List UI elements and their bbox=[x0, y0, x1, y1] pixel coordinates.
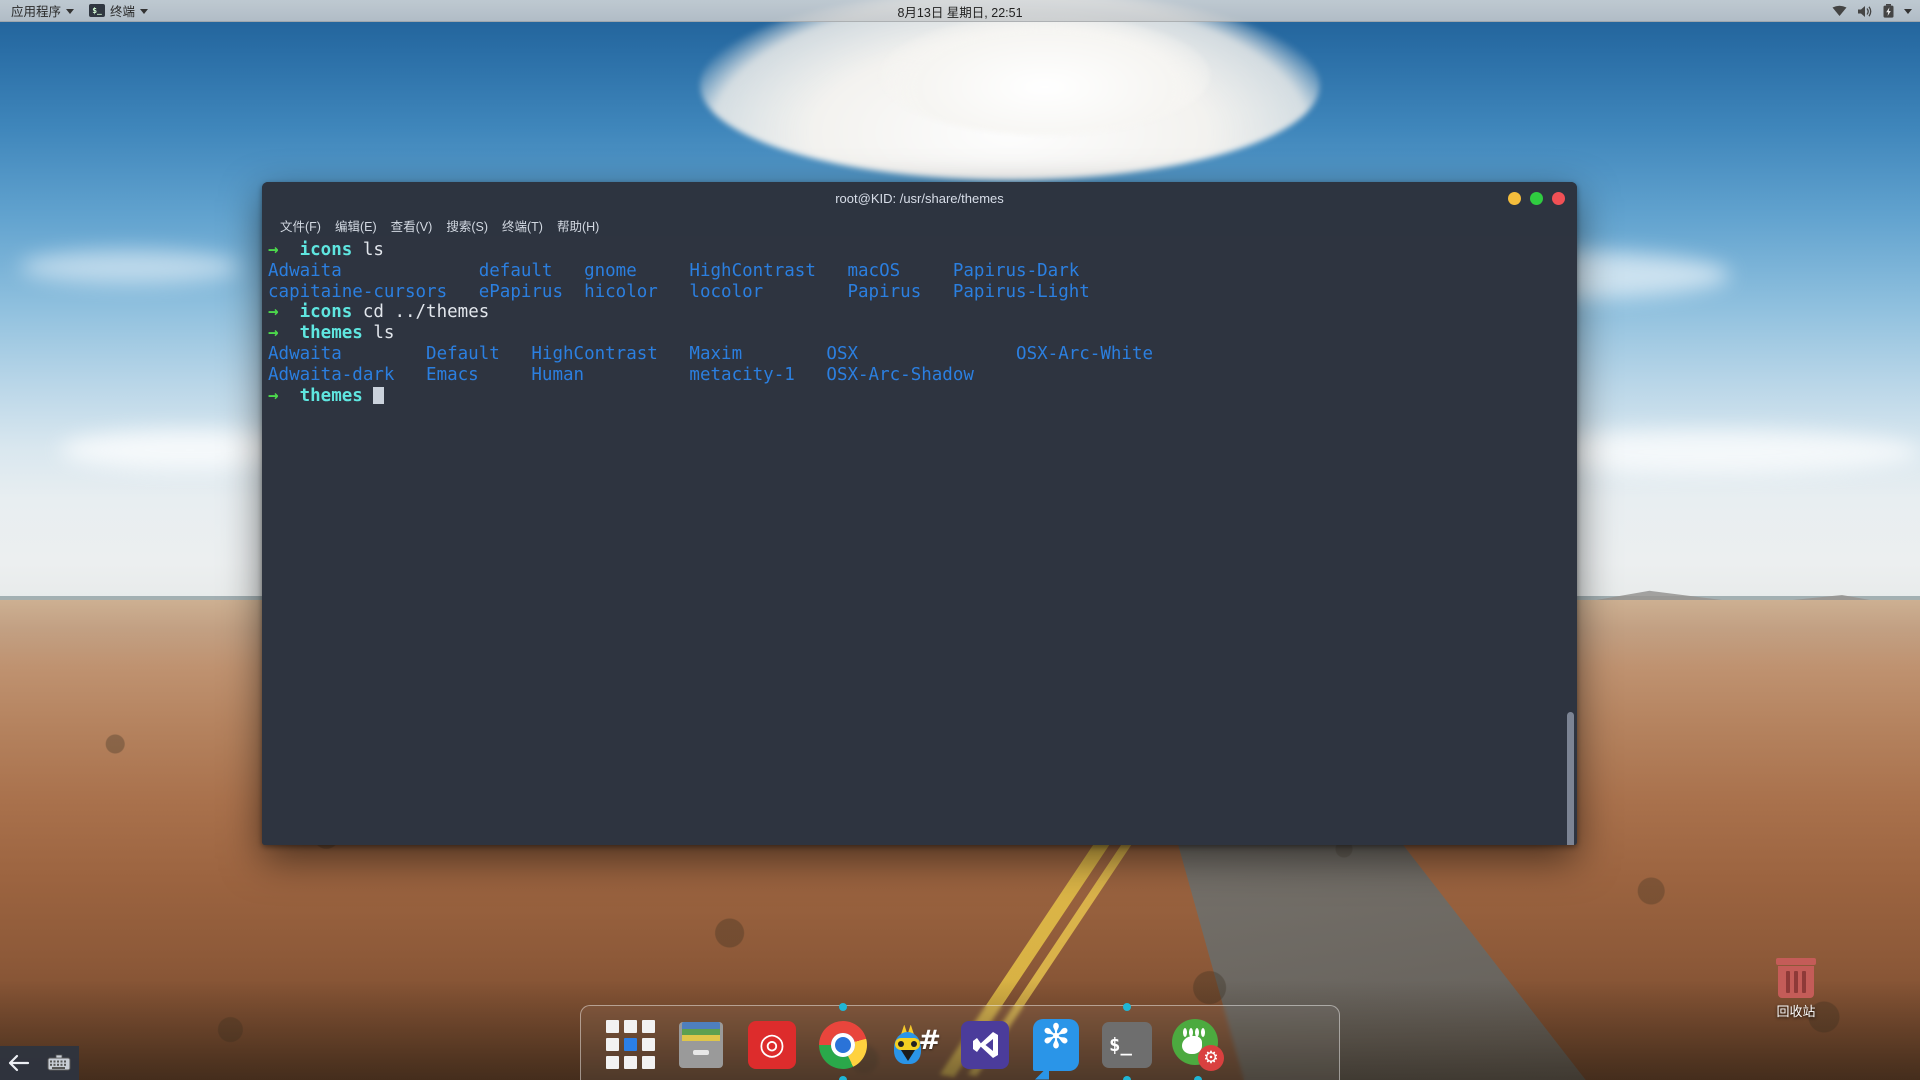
minimize-button[interactable] bbox=[1508, 191, 1521, 205]
terminal-listing-text: Adwaita-dark Emacs Human metacity-1 OSX-… bbox=[268, 364, 974, 385]
volume-icon[interactable] bbox=[1857, 5, 1873, 18]
trash-label: 回收站 bbox=[1776, 1004, 1816, 1019]
window-list-terminal[interactable]: $_ 终端 bbox=[84, 1, 153, 21]
terminal-glyph: $_ bbox=[1109, 1033, 1132, 1056]
prompt-arrow-icon: → bbox=[268, 302, 300, 323]
terminal-output-line: Adwaita default gnome HighContrast macOS… bbox=[262, 261, 1577, 282]
terminal-listing-text: Adwaita default gnome HighContrast macOS… bbox=[268, 260, 1080, 281]
clock[interactable]: 8月13日 星期日, 22:51 bbox=[0, 0, 1920, 22]
dock-item-file-manager[interactable] bbox=[674, 1018, 728, 1072]
terminal-icon: $_ bbox=[1102, 1021, 1152, 1068]
clock-label: 8月13日 星期日, 22:51 bbox=[897, 5, 1023, 20]
chevron-down-icon[interactable] bbox=[1904, 9, 1912, 14]
gnome-tweaks-icon: ⚙ bbox=[1172, 1018, 1224, 1071]
system-tray bbox=[1832, 0, 1912, 22]
terminal-command-text: cd ../themes bbox=[352, 302, 490, 323]
terminal-listing-text: Adwaita Default HighContrast Maxim OSX O… bbox=[268, 343, 1154, 364]
terminal-prompt-line: → themes bbox=[262, 386, 1577, 407]
terminal-command-text bbox=[363, 386, 374, 406]
terminal-window-title: root@KID: /usr/share/themes bbox=[835, 190, 1004, 206]
prompt-arrow-icon: → bbox=[268, 240, 300, 260]
top-panel: 应用程序 $_ 终端 8月13日 星期日, 22:51 bbox=[0, 0, 1920, 22]
terminal-output-line: capitaine-cursors ePapirus hicolor locol… bbox=[262, 282, 1577, 303]
terminal-command-text: ls bbox=[362, 323, 395, 344]
file-manager-icon bbox=[679, 1021, 723, 1068]
terminal-prompt-line: → themes ls bbox=[262, 323, 1577, 344]
window-list-terminal-label: 终端 bbox=[110, 5, 136, 19]
running-indicator-dot bbox=[1123, 1075, 1131, 1080]
terminal-output-area[interactable]: → icons ls Adwaita default gnome HighCont… bbox=[262, 236, 1577, 845]
prompt-directory: icons bbox=[299, 240, 353, 260]
maximize-button[interactable] bbox=[1530, 191, 1543, 205]
menu-view[interactable]: 查看(V) bbox=[384, 214, 440, 237]
terminal-output-line: Adwaita-dark Emacs Human metacity-1 OSX-… bbox=[262, 365, 1577, 386]
chevron-down-icon bbox=[140, 8, 149, 14]
running-indicator-dot bbox=[839, 1002, 847, 1011]
applications-menu-label: 应用程序 bbox=[11, 5, 62, 19]
dock-item-gnome-tweaks[interactable]: ⚙ bbox=[1171, 1018, 1225, 1080]
trash-icon bbox=[1776, 958, 1816, 998]
asterisk-glyph: ✻ bbox=[1041, 1016, 1071, 1057]
terminal-command-text: ls bbox=[352, 240, 384, 260]
running-indicator-dot bbox=[1194, 1075, 1202, 1080]
wifi-icon[interactable] bbox=[1832, 5, 1847, 17]
terminal-title-bar[interactable]: root@KID: /usr/share/themes bbox=[262, 182, 1577, 214]
prompt-directory: themes bbox=[299, 323, 363, 344]
terminal-prompt-line: → icons ls bbox=[262, 240, 1577, 261]
top-panel-left: 应用程序 $_ 终端 bbox=[0, 1, 153, 21]
menu-edit[interactable]: 编辑(E) bbox=[328, 214, 384, 237]
gear-icon: ⚙ bbox=[1198, 1044, 1224, 1071]
prompt-arrow-icon: → bbox=[268, 323, 300, 344]
chrome-icon bbox=[819, 1020, 867, 1069]
terminal-window[interactable]: root@KID: /usr/share/themes 文件(F) 编辑(E) … bbox=[262, 182, 1577, 845]
dock-item-netease-music[interactable]: ◎ bbox=[745, 1018, 799, 1072]
bird-hash-icon: # bbox=[888, 1020, 941, 1070]
netease-glyph: ◎ bbox=[758, 1026, 786, 1062]
dock-item-chrome[interactable] bbox=[816, 1002, 870, 1080]
terminal-output-line: Adwaita Default HighContrast Maxim OSX O… bbox=[262, 344, 1577, 365]
bottom-left-bar bbox=[0, 1046, 79, 1080]
large-cloud-highlight bbox=[880, 15, 1210, 135]
terminal-scrollbar[interactable] bbox=[1567, 712, 1574, 845]
asterisk-icon: ✻ bbox=[1033, 1016, 1079, 1071]
dock-item-asterisk[interactable]: ✻ bbox=[1029, 1018, 1083, 1072]
desktop-icon-trash[interactable]: 回收站 bbox=[1754, 958, 1838, 1020]
terminal-cursor bbox=[373, 386, 385, 404]
terminal-icon: $_ bbox=[89, 4, 106, 17]
running-indicator-dot bbox=[1123, 1002, 1131, 1011]
chevron-down-icon bbox=[66, 8, 75, 14]
dock-item-bird-hash[interactable]: # bbox=[887, 1018, 941, 1072]
menu-search[interactable]: 搜索(S) bbox=[439, 214, 495, 237]
terminal-prompt-line: → icons cd ../themes bbox=[262, 302, 1577, 323]
applications-menu[interactable]: 应用程序 bbox=[6, 1, 79, 21]
cloud bbox=[20, 250, 240, 284]
app-grid-icon bbox=[605, 1020, 655, 1069]
dock: ◎ # ✻ $_ ⚙ bbox=[580, 1002, 1340, 1080]
netease-music-icon: ◎ bbox=[748, 1020, 796, 1069]
dock-item-vscode[interactable] bbox=[958, 1018, 1012, 1072]
prompt-directory: icons bbox=[299, 302, 353, 323]
vscode-icon bbox=[961, 1020, 1009, 1069]
keyboard-icon[interactable] bbox=[47, 1054, 71, 1072]
window-controls bbox=[1508, 182, 1565, 214]
terminal-menu-bar: 文件(F) 编辑(E) 查看(V) 搜索(S) 终端(T) 帮助(H) bbox=[262, 214, 1577, 236]
terminal-lines: → icons ls Adwaita default gnome HighCont… bbox=[262, 240, 1577, 406]
terminal-listing-text: capitaine-cursors ePapirus hicolor locol… bbox=[268, 281, 1090, 302]
menu-file[interactable]: 文件(F) bbox=[273, 214, 328, 237]
prompt-arrow-icon: → bbox=[268, 385, 300, 406]
running-indicator-dot bbox=[839, 1075, 847, 1080]
prompt-directory: themes bbox=[299, 385, 363, 406]
battery-charging-icon[interactable] bbox=[1883, 4, 1894, 18]
menu-help[interactable]: 帮助(H) bbox=[550, 214, 606, 237]
back-arrow-icon[interactable] bbox=[8, 1054, 30, 1072]
close-button[interactable] bbox=[1552, 191, 1565, 205]
dock-item-app-grid[interactable] bbox=[603, 1018, 657, 1072]
menu-terminal[interactable]: 终端(T) bbox=[495, 214, 550, 237]
dock-item-terminal[interactable]: $_ bbox=[1100, 1002, 1154, 1080]
